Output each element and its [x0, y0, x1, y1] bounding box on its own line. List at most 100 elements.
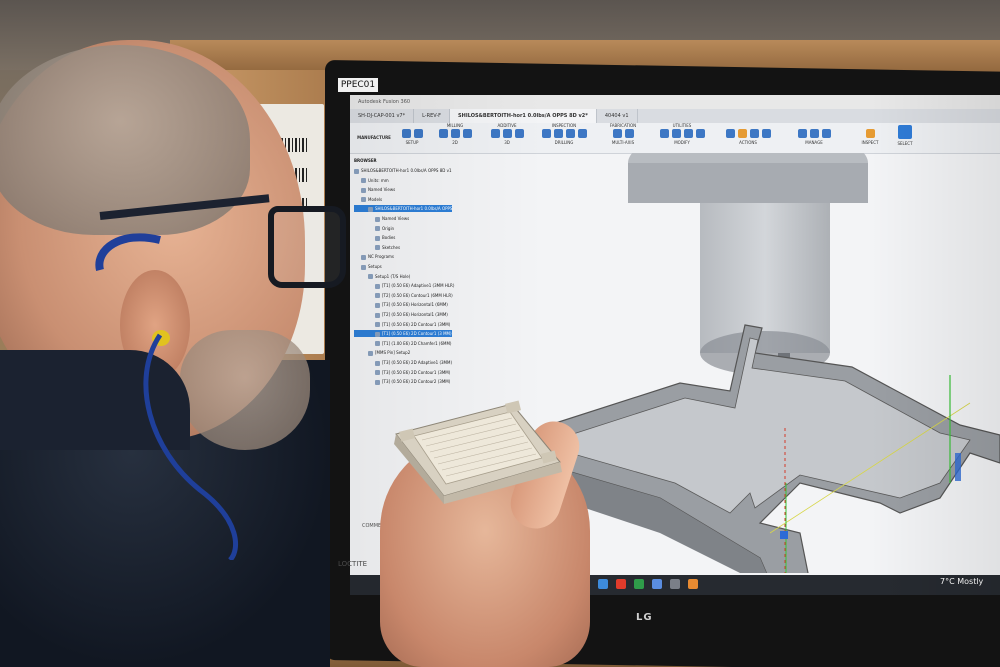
toolbar-group-actions[interactable]: ACTIONS — [718, 125, 778, 151]
spindle-collet — [700, 203, 830, 353]
browser-tree-row[interactable]: Origin — [354, 225, 394, 232]
toolbar-group-inspect[interactable]: INSPECT — [850, 125, 890, 151]
tree-node-icon — [361, 254, 366, 260]
2d-pocket-icon — [438, 129, 448, 138]
monitor-asset-tag: PPEC01 — [338, 78, 378, 92]
outlook-icon[interactable] — [598, 579, 608, 589]
browser-tree-row[interactable]: [T1] (0.50 E6) 2D Contour1 (3MM) — [354, 321, 450, 328]
browser-tree-label: Setup1 (T/S Hole) — [375, 273, 411, 279]
swarf-icon — [612, 129, 622, 138]
3d-contour-icon — [514, 129, 524, 138]
tab-document-1[interactable]: SH-DJ-CAP-001 v7* — [350, 109, 415, 123]
fusion-icon[interactable] — [688, 579, 698, 589]
browser-tree-row[interactable]: Bodies — [354, 234, 395, 241]
workspace-switcher[interactable]: MANUFACTURE — [354, 125, 394, 151]
toolbar-group-manage[interactable]: MANAGE — [784, 125, 844, 151]
earplug-cord — [95, 233, 238, 560]
browser-tree-row[interactable]: [T2] (0.50 E6) Contour1 (6MM HLR) — [354, 292, 453, 299]
drill-icon — [541, 129, 551, 138]
tree-node-icon — [361, 187, 366, 193]
tree-node-icon — [375, 331, 380, 337]
browser-tree-label: [T1] (0.50 E6) 2D Contour1 (3MM) — [382, 321, 451, 327]
tool-holder-body — [628, 163, 868, 203]
browser-tree-row[interactable]: Models — [354, 196, 382, 203]
weather-desc: Mostly — [957, 577, 984, 586]
browser-tree-row[interactable]: Setups — [354, 263, 382, 270]
post-library-icon — [821, 129, 831, 138]
bore-icon — [553, 129, 563, 138]
tab-document-4[interactable]: 40404 v1 — [597, 109, 638, 123]
tree-node-icon — [375, 245, 380, 251]
browser-tree-row[interactable]: Named Views — [354, 215, 409, 222]
toolbar-group-2d[interactable]: MILLING 2D — [430, 123, 480, 151]
browser-tree-label: [T1] (1.00 E6) 2D Chamfer1 (6MM) — [382, 340, 452, 346]
browser-tree-label: [T3] (0.50 E6) Horizontal1 (6MM) — [382, 302, 448, 308]
lg-logo: LG — [636, 612, 653, 623]
weather-widget[interactable]: 7°C Mostly — [940, 577, 983, 586]
toolbar-group-drilling[interactable]: INSPECTION DRILLING — [534, 123, 594, 151]
browser-tree-row[interactable]: [T3] (0.50 E6) 2D Contour2 (3MM) — [354, 378, 450, 385]
browser-tree-label: SHILOS&BERTOITH-hor1 0.0lbs/A OPPS 8D v1 — [361, 168, 452, 173]
tree-node-icon — [375, 370, 380, 376]
tree-node-icon — [368, 274, 373, 280]
toolbar-group-setup[interactable]: SETUP — [398, 125, 426, 151]
browser-tree-label: Setups — [368, 264, 382, 269]
browser-tree-row[interactable]: SHILOS&BERTOITH-hor1 0.0lbs/A OPPS 8D v1 — [354, 167, 452, 174]
browser-tree-row[interactable]: Units: mm — [354, 177, 389, 184]
browser-tree-label: [T3] (0.50 E6) 2D Adaptive1 (3MM) — [382, 360, 453, 365]
3d-adaptive-icon — [490, 129, 500, 138]
browser-tree-row[interactable]: [T1] (1.00 E6) 2D Chamfer1 (6MM) — [354, 340, 452, 347]
photo-scene: PPEC01 Autodesk Fusion 360 SH-DJ-CAP-001… — [0, 0, 1000, 667]
3d-pocket-icon — [502, 129, 512, 138]
folder-icon — [413, 129, 423, 138]
browser-tree-row[interactable]: [T1] (0.50 E6) Adaptive1 (3MM HLR) — [354, 282, 454, 289]
tree-node-icon — [375, 360, 380, 366]
tree-node-icon — [361, 197, 366, 203]
browser-tree-label: [T3] (0.50 E6) 2D Contour2 (3MM) — [382, 379, 451, 385]
post-process-icon — [749, 129, 759, 138]
toolbar-group-select[interactable]: SELECT — [892, 125, 918, 151]
browser-tree-label: Sketches — [382, 244, 401, 250]
rotary-icon — [624, 129, 634, 138]
browser-tree-row[interactable]: [T1] (0.50 E6) 2D Contour1 (3 MM) — [354, 330, 452, 338]
template-icon — [809, 129, 819, 138]
browser-tree-row[interactable]: Setup1 (T/S Hole) — [354, 273, 410, 280]
browser-tree-label: NC Programs — [368, 254, 395, 260]
browser-tree-row[interactable]: Sketches — [354, 244, 400, 251]
machined-aluminum-part — [394, 400, 562, 504]
window-titlebar: Autodesk Fusion 360 — [350, 95, 1000, 109]
toolbar-group-multi-axis[interactable]: FABRICATION MULTI-AXIS — [598, 123, 648, 151]
browser-tree-row[interactable]: [T3] (0.50 E6) 2D Contour1 (3MM) — [354, 369, 450, 376]
browser-tree-label: Bodies — [382, 235, 396, 241]
browser-tree-row[interactable]: [T2] (0.50 E6) Horizontal1 (3MM) — [354, 311, 448, 318]
browser-tree-row[interactable]: [T3] (0.50 E6) 2D Adaptive1 (3MM) — [354, 359, 452, 366]
browser-tree-label: [T2] (0.50 E6) Horizontal1 (3MM) — [382, 312, 448, 317]
monitor-stand-text: LOCTITE — [338, 560, 368, 568]
toolbar-group-3d[interactable]: ADDITIVE 3D — [484, 123, 530, 151]
explorer-icon[interactable] — [652, 579, 662, 589]
browser-tree-label: Named Views — [368, 187, 396, 193]
browser-tree-row[interactable]: SHILOS&BERTOITH-hor1 0.0lbs/A OPPS — [354, 205, 453, 213]
browser-tree-row[interactable]: Named Views — [354, 186, 395, 193]
browser-tree-row[interactable]: NC Programs — [354, 253, 394, 260]
browser-tree-row[interactable]: [T3] (0.50 E6) Horizontal1 (6MM) — [354, 301, 448, 308]
browser-tree-label: [MMS Pin] Setup2 — [375, 350, 411, 356]
thread-icon — [565, 129, 575, 138]
excel-icon[interactable] — [634, 579, 644, 589]
2d-adaptive-icon — [462, 129, 472, 138]
modify-icon — [659, 129, 669, 138]
browser-tree-label: Models — [368, 196, 383, 202]
tab-document-active[interactable]: SHILOS&BERTOITH-hor1 0.0lbs/A OPPS 8D v2… — [450, 109, 597, 123]
pdf-icon[interactable] — [616, 579, 626, 589]
toolbar-group-modify[interactable]: UTILITIES MODIFY — [652, 123, 712, 151]
tab-document-2[interactable]: L-REV-F — [414, 109, 451, 123]
tree-node-icon — [375, 293, 380, 299]
browser-tree-label: [T1] (0.50 E6) 2D Contour1 (3 MM) — [382, 331, 452, 337]
browser-header: BROWSER — [354, 158, 377, 163]
tree-node-icon — [354, 168, 359, 174]
settings-icon[interactable] — [670, 579, 680, 589]
tree-node-icon — [368, 206, 373, 212]
browser-tree-row[interactable]: [MMS Pin] Setup2 — [354, 349, 410, 356]
tree-node-icon — [375, 226, 380, 232]
duplicate-icon — [695, 129, 705, 138]
